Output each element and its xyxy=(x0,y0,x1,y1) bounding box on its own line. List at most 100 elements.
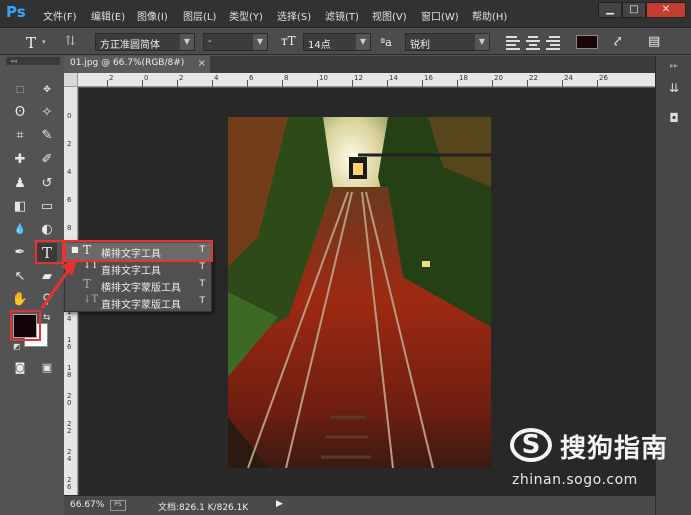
lasso-tool-icon[interactable]: ʘ xyxy=(10,103,30,123)
zoom-level[interactable]: 66.67% xyxy=(70,500,104,510)
ruler-top-tick xyxy=(247,80,248,87)
ruler-top-label: 20 xyxy=(494,74,503,82)
blur-tool-icon[interactable]: 💧 xyxy=(10,220,30,240)
crop-tool-icon[interactable]: ⌗ xyxy=(10,126,30,146)
ruler-top-label: 4 xyxy=(214,74,219,82)
hand-tool-icon[interactable]: ✋ xyxy=(10,290,30,310)
chevron-down-icon: ▼ xyxy=(253,34,267,50)
magic-wand-tool-icon[interactable]: ✧ xyxy=(37,103,57,123)
flyout-item-highlight-box xyxy=(64,240,213,262)
document-tab-bar: 01.jpg @ 66.7%(RGB/8#) × xyxy=(64,56,655,73)
move-tool-icon[interactable]: ✥ xyxy=(37,80,57,100)
gradient-tool-icon[interactable]: ▭ xyxy=(37,197,57,217)
menu-layer[interactable]: 图层(L) xyxy=(183,8,216,23)
menu-filter[interactable]: 滤镜(T) xyxy=(325,8,359,23)
minimize-button[interactable]: ▁ xyxy=(598,2,622,18)
text-color-swatch[interactable] xyxy=(576,35,598,49)
history-panel-icon[interactable]: ⇊ xyxy=(664,78,684,98)
menu-select[interactable]: 选择(S) xyxy=(277,8,311,23)
ruler-top-label: 24 xyxy=(564,74,573,82)
ruler-top-label: 6 xyxy=(249,74,254,82)
eraser-tool-icon[interactable]: ◧ xyxy=(10,197,30,217)
menu-image[interactable]: 图像(I) xyxy=(137,8,168,23)
photoshop-logo: Ps xyxy=(6,3,26,21)
flyout-item-label: 直排文字工具 xyxy=(101,266,161,277)
font-size-select[interactable]: 14点 ▼ xyxy=(303,33,371,51)
ruler-top-label: 2 xyxy=(109,74,114,82)
flyout-item-vertical-type-mask[interactable]: ↓T 直排文字蒙版工具 T xyxy=(65,294,211,311)
healing-brush-tool-icon[interactable]: ✚ xyxy=(10,150,30,170)
proof-icon[interactable]: PS xyxy=(110,500,126,511)
close-window-button[interactable]: ✕ xyxy=(646,2,686,18)
menu-type[interactable]: 类型(Y) xyxy=(229,8,263,23)
ruler-top-tick xyxy=(562,80,563,87)
marquee-tool-icon[interactable]: ⬚ xyxy=(10,80,30,100)
font-family-select[interactable]: 方正准圆简体 ▼ xyxy=(95,33,195,51)
align-right-icon[interactable] xyxy=(545,34,561,50)
menu-view[interactable]: 视图(V) xyxy=(372,8,407,23)
path-selection-tool-icon[interactable]: ↖ xyxy=(10,267,30,287)
menu-help[interactable]: 帮助(H) xyxy=(472,8,507,23)
ruler-top-label: 18 xyxy=(459,74,468,82)
antialias-select[interactable]: 锐利 ▼ xyxy=(405,33,490,51)
pen-tool-icon[interactable]: ✒ xyxy=(10,243,30,263)
document-tab[interactable]: 01.jpg @ 66.7%(RGB/8#) × xyxy=(64,56,210,73)
ruler-top-label: 2 xyxy=(179,74,184,82)
vertical-type-mask-icon: ↓T xyxy=(83,294,99,305)
align-left-icon[interactable] xyxy=(505,34,521,50)
warp-text-icon[interactable]: ⤤ xyxy=(612,34,623,49)
swap-colors-icon[interactable]: ⇆ xyxy=(43,313,51,323)
text-orientation-icon[interactable]: ⇅ xyxy=(65,34,76,49)
horizontal-type-mask-icon: T xyxy=(83,277,92,291)
quick-mask-icon[interactable]: ◙ xyxy=(10,358,30,378)
flyout-item-shortcut: T xyxy=(199,296,206,306)
antialias-value: 锐利 xyxy=(410,40,430,51)
brush-tool-icon[interactable]: ✐ xyxy=(37,150,57,170)
menu-file[interactable]: 文件(F) xyxy=(43,8,77,23)
clone-stamp-tool-icon[interactable]: ♟ xyxy=(10,174,30,194)
ruler-top-label: 10 xyxy=(319,74,328,82)
ruler-origin[interactable] xyxy=(64,73,78,87)
menu-edit[interactable]: 编辑(E) xyxy=(91,8,125,23)
document-info: 文档:826.1 K/826.1K xyxy=(158,503,249,513)
chevron-down-icon: ▼ xyxy=(356,34,370,50)
menu-window[interactable]: 窗口(W) xyxy=(421,8,459,23)
ruler-top-tick xyxy=(457,80,458,87)
close-icon[interactable]: × xyxy=(198,58,206,69)
foreground-color-highlight-box xyxy=(10,310,41,341)
history-brush-tool-icon[interactable]: ↺ xyxy=(37,174,57,194)
options-bar: T ▾ ⇅ 方正准圆简体 ▼ - ▼ тT 14点 ▼ ªa 锐利 ▼ ⤤ ▤ xyxy=(0,29,691,55)
flyout-item-horizontal-type-mask[interactable]: T 横排文字蒙版工具 T xyxy=(65,277,211,294)
toolbox-header[interactable]: ◂◂ xyxy=(6,57,60,65)
screen-mode-icon[interactable]: ▣ xyxy=(37,358,57,378)
ruler-left-label: 1 8 xyxy=(67,364,72,379)
dodge-tool-icon[interactable]: ◐ xyxy=(37,220,57,240)
align-center-icon[interactable] xyxy=(525,34,541,50)
flyout-item-vertical-type[interactable]: ↓T 直排文字工具 T xyxy=(65,260,211,277)
ruler-top-tick xyxy=(317,80,318,87)
maximize-button[interactable]: □ xyxy=(622,2,646,18)
status-menu-arrow-icon[interactable]: ▶ xyxy=(276,499,283,509)
default-colors-icon[interactable]: ◩ xyxy=(13,342,21,351)
status-bar: 66.67% PS 文档:826.1 K/826.1K ▶ xyxy=(64,495,655,515)
ruler-top-tick xyxy=(107,80,108,87)
flyout-item-label: 直排文字蒙版工具 xyxy=(101,300,181,311)
chevron-down-icon[interactable]: ▾ xyxy=(42,38,46,46)
ruler-horizontal: 4202468101214161820222426 xyxy=(64,73,655,87)
ruler-top-tick xyxy=(142,80,143,87)
character-panel-icon[interactable]: ▤ xyxy=(648,34,660,49)
ruler-left-label: 1 6 xyxy=(67,336,72,351)
ruler-top-label: 8 xyxy=(284,74,289,82)
properties-panel-icon[interactable]: ◘ xyxy=(664,108,684,128)
chevron-down-icon: ▼ xyxy=(180,34,194,50)
panel-expand-icon[interactable]: ▸▸ xyxy=(664,56,684,76)
sogou-watermark: S 搜狗指南 zhinan.sogo.com xyxy=(510,428,680,498)
antialias-icon: ªa xyxy=(380,36,392,49)
ruler-top-tick xyxy=(597,80,598,87)
type-tool-preset-icon[interactable]: T xyxy=(26,34,36,52)
ruler-left-label: 2 4 xyxy=(67,448,72,463)
ruler-top-tick xyxy=(282,80,283,87)
eyedropper-tool-icon[interactable]: ✎ xyxy=(37,126,57,146)
ruler-top-tick xyxy=(492,80,493,87)
font-style-select[interactable]: - ▼ xyxy=(203,33,268,51)
